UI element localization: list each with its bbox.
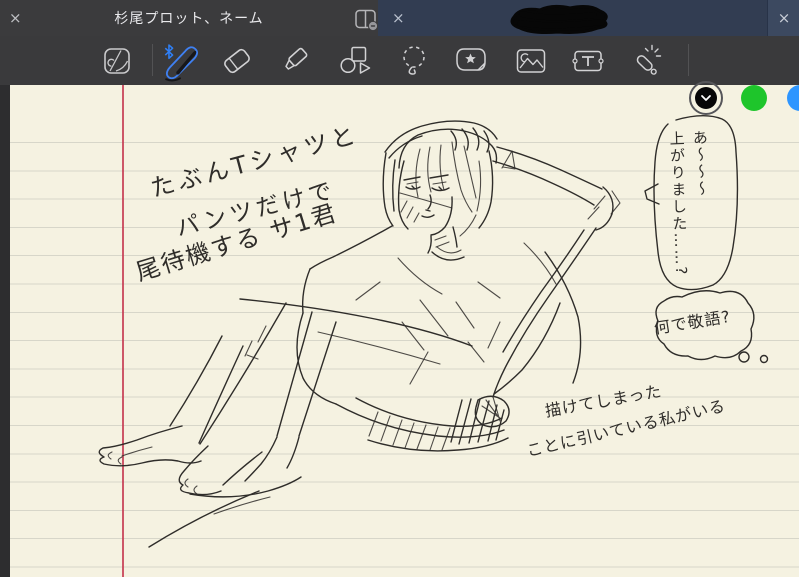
document-tab-title[interactable]: 杉尾プロット、ネーム xyxy=(0,0,378,36)
toolbar-separator xyxy=(688,44,689,76)
image-icon xyxy=(516,49,546,73)
second-tab[interactable]: × xyxy=(378,0,767,36)
shapes-icon xyxy=(340,46,371,74)
lasso-icon xyxy=(403,46,425,75)
color-swatch-green[interactable] xyxy=(741,85,767,111)
speech-bubble-large-text: あ～～～ 上がりました……? xyxy=(664,129,716,299)
close-window-button[interactable]: × xyxy=(767,0,799,36)
tab-bar: × 杉尾プロット、ネーム × × xyxy=(0,0,799,36)
shapes-tool-button[interactable] xyxy=(335,40,377,82)
text-box-icon xyxy=(572,50,604,72)
close-second-tab-button[interactable]: × xyxy=(392,0,405,36)
notebook-icon xyxy=(104,48,130,74)
redacted-title-scribble xyxy=(510,4,608,34)
lasso-tool-button[interactable] xyxy=(393,40,435,82)
eraser-tool-button[interactable] xyxy=(216,40,258,82)
color-swatch-black-selected[interactable] xyxy=(689,81,723,115)
pen-tool-button[interactable] xyxy=(158,40,200,82)
image-tool-button[interactable] xyxy=(510,40,552,82)
toolbar xyxy=(0,36,799,115)
notebook-pages-button[interactable] xyxy=(96,40,138,82)
laser-pointer-button[interactable] xyxy=(625,40,667,82)
laser-pointer-icon xyxy=(636,44,662,75)
toolbar-separator xyxy=(152,44,153,76)
eraser-icon xyxy=(224,48,250,74)
highlighter-tool-button[interactable] xyxy=(277,40,319,82)
split-view-icon[interactable] xyxy=(354,7,379,32)
highlighter-icon xyxy=(285,47,308,70)
stickers-tool-button[interactable] xyxy=(450,40,492,82)
ballpoint-pen-icon xyxy=(164,44,198,82)
goodnotes-app-window: { "tab_bar": { "close_left": "×", "tab1"… xyxy=(0,0,799,577)
margin-line xyxy=(122,85,124,577)
text-tool-button[interactable] xyxy=(567,40,609,82)
chevron-down-icon xyxy=(701,95,711,101)
sticker-star-icon xyxy=(456,48,486,71)
